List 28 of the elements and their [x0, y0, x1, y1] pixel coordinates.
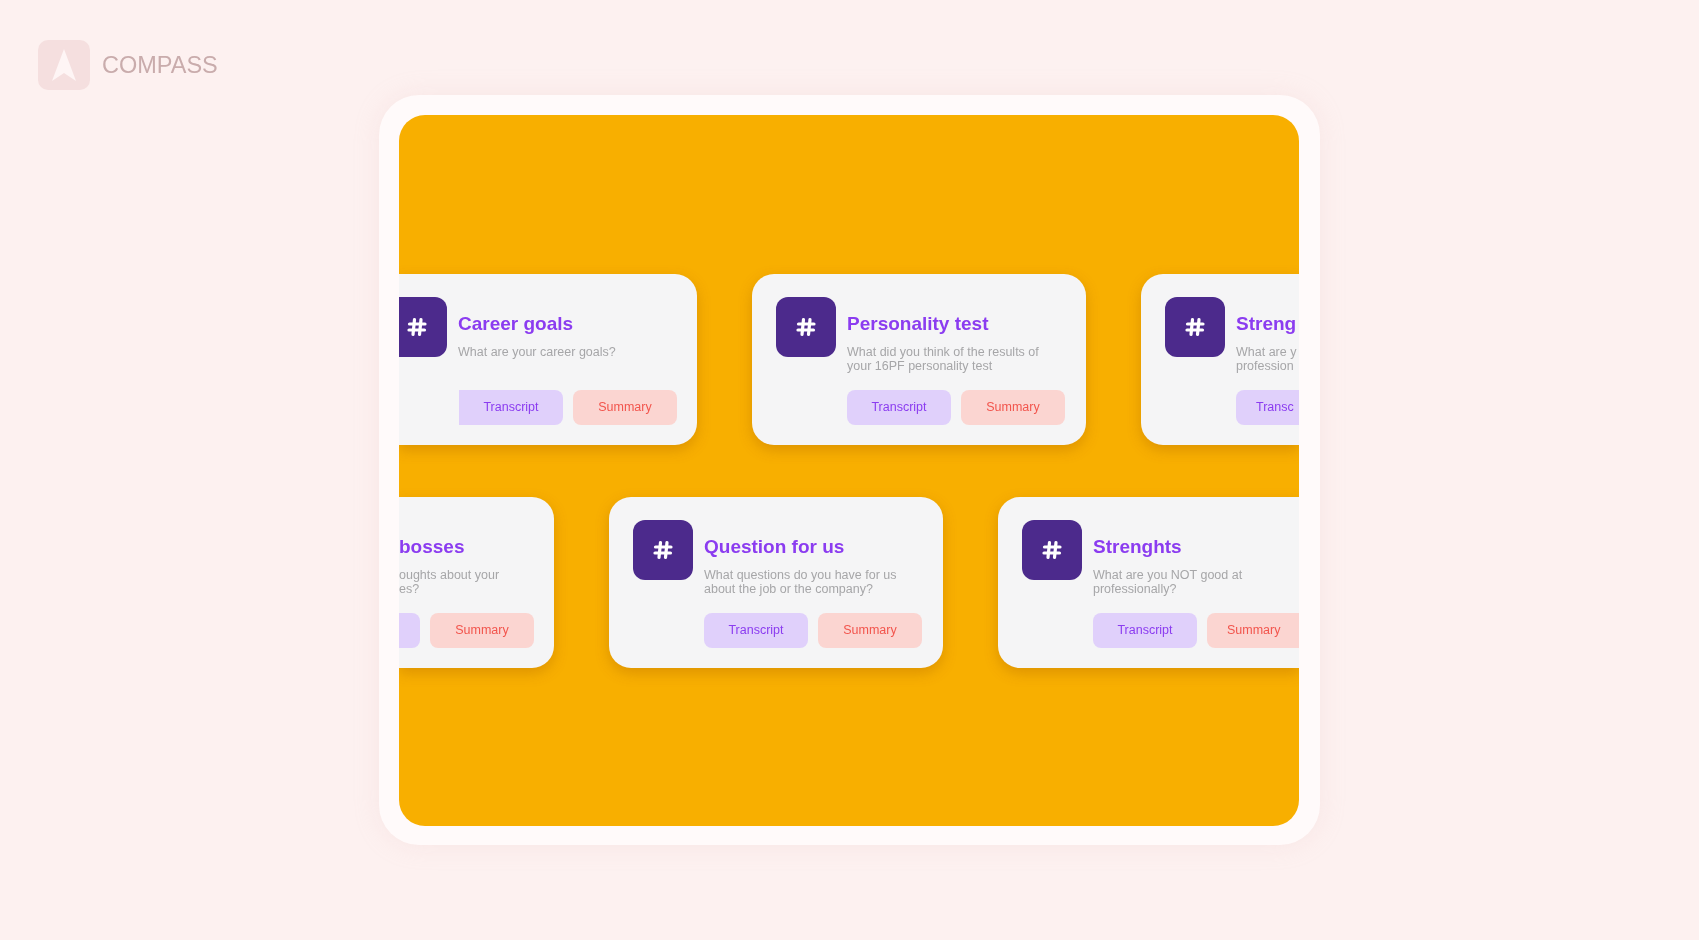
card-title: Question for us: [704, 535, 845, 558]
card-description: What did you think of the results of your 16PF personality test: [847, 344, 1039, 373]
card-title: Career goals: [458, 312, 574, 335]
summary-button[interactable]: Summary: [1207, 612, 1299, 648]
hash-icon: [1022, 519, 1082, 580]
summary-button[interactable]: Summary: [573, 389, 677, 425]
transcript-button[interactable]: Transc: [1236, 389, 1299, 425]
brand-name: COMPASS: [102, 51, 218, 79]
transcript-button[interactable]: [399, 612, 420, 648]
card-description: What are you NOT good at professionally?: [1093, 567, 1243, 596]
hash-icon: [776, 296, 836, 357]
transcript-button[interactable]: Transcript: [847, 389, 951, 425]
hash-icon: [633, 519, 693, 580]
summary-button[interactable]: Summary: [818, 612, 922, 648]
transcript-button[interactable]: Transcript: [1093, 612, 1197, 648]
transcript-button[interactable]: Transcript: [459, 389, 563, 425]
card-title: Streng: [1236, 312, 1297, 335]
card-description: What are your career goals?: [458, 344, 616, 359]
transcript-button[interactable]: Transcript: [704, 612, 808, 648]
card-title: Personality test: [847, 312, 989, 335]
hash-icon: [1165, 296, 1225, 357]
card-description: oughts about your es?: [399, 567, 500, 596]
card-title: bosses: [399, 535, 465, 558]
card-description: What questions do you have for us about the job or the company?: [704, 567, 897, 596]
card-title: Strenghts: [1093, 535, 1182, 558]
summary-button[interactable]: Summary: [961, 389, 1065, 425]
summary-button[interactable]: Summary: [430, 612, 534, 648]
card-description: What are y profession: [1236, 344, 1297, 373]
